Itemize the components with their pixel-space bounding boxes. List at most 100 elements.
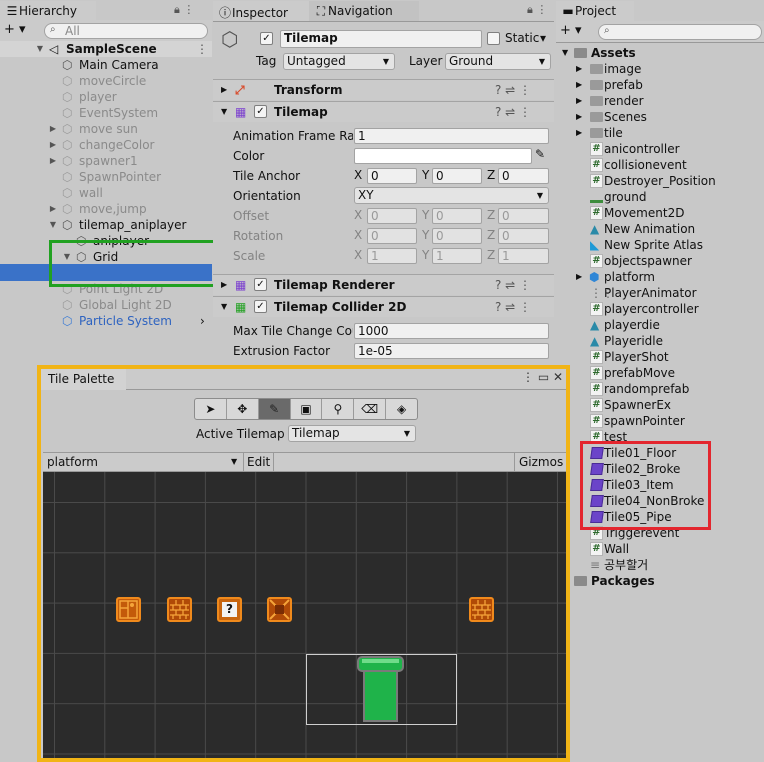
hierarchy-item[interactable]: ⬡ player [0, 89, 212, 105]
animation-frame-rate-field[interactable]: 1 [354, 128, 549, 144]
tile-anchor-z[interactable]: 0 [498, 168, 549, 184]
expand-arrow-icon[interactable]: ▼ [221, 102, 227, 122]
tilemap-renderer-header[interactable]: ▶ ▦ ✓ Tilemap Renderer ? ⇌ ⋮ [213, 274, 554, 295]
tile-nonbroke[interactable] [267, 597, 292, 622]
project-item[interactable]: ▶ render [556, 93, 764, 109]
expand-arrow-icon[interactable]: ▶ [48, 153, 58, 169]
erase-tool-button[interactable]: ⌫ [354, 399, 387, 419]
static-checkbox[interactable] [487, 32, 500, 45]
hierarchy-item[interactable]: ⬡ Particle System › [0, 313, 212, 329]
object-name-field[interactable]: Tilemap [280, 30, 482, 48]
expand-arrow-icon[interactable]: ▼ [35, 41, 45, 57]
assets-folder-row[interactable]: ▼ Assets [556, 45, 764, 61]
project-item[interactable]: ▶ Scenes [556, 109, 764, 125]
project-item[interactable]: # SpawnerEx [556, 397, 764, 413]
tilemap-collider-header[interactable]: ▼ ▦ ✓ Tilemap Collider 2D ? ⇌ ⋮ [213, 296, 554, 317]
hierarchy-item[interactable]: ⬡ SpawnPointer [0, 169, 212, 185]
component-menu-icons[interactable]: ? ⇌ ⋮ [495, 297, 531, 317]
hierarchy-tab[interactable]: ☰ Hierarchy [0, 1, 96, 21]
project-item[interactable]: ▶ ⬢ platform [556, 269, 764, 285]
active-tilemap-dropdown[interactable]: Tilemap [288, 425, 416, 442]
edit-button[interactable]: Edit [247, 455, 270, 469]
extrusion-factor-field[interactable]: 1e-05 [354, 343, 549, 359]
chevron-right-icon[interactable]: › [200, 313, 205, 329]
project-item[interactable]: # Wall [556, 541, 764, 557]
project-search-input[interactable] [598, 24, 762, 40]
color-field[interactable] [354, 148, 532, 164]
project-item[interactable]: # PlayerShot [556, 349, 764, 365]
pick-tool-button[interactable]: ⚲ [322, 399, 355, 419]
collapse-arrow-icon[interactable]: ▶ [576, 109, 582, 125]
active-checkbox[interactable]: ✓ [260, 32, 273, 45]
scene-row[interactable]: ▼ ◁ SampleScene ⋮ [0, 41, 212, 57]
tile-item[interactable]: ? [217, 597, 242, 622]
tile-broke[interactable] [167, 597, 192, 622]
project-tab[interactable]: ▬Project [556, 1, 634, 21]
project-item[interactable]: ▶ prefab [556, 77, 764, 93]
box-fill-tool-button[interactable]: ▣ [291, 399, 323, 419]
expand-arrow-icon[interactable]: ▼ [48, 217, 58, 233]
project-item[interactable]: ◣ New Sprite Atlas [556, 237, 764, 253]
orientation-dropdown[interactable]: XY [354, 187, 549, 204]
hierarchy-item[interactable]: ▶ ⬡ changeColor [0, 137, 212, 153]
project-item[interactable]: # playercontroller [556, 301, 764, 317]
project-item[interactable]: # spawnPointer [556, 413, 764, 429]
tile-pipe[interactable] [357, 656, 404, 724]
project-item[interactable]: # prefabMove [556, 365, 764, 381]
static-dropdown-icon[interactable]: ▾ [540, 31, 546, 45]
tile-anchor-y[interactable]: 0 [432, 168, 482, 184]
project-item[interactable]: ▶ image [556, 61, 764, 77]
project-item[interactable]: ▲ playerdie [556, 317, 764, 333]
inspector-tab[interactable]: ⓘInspector [213, 1, 309, 21]
project-item[interactable]: # Destroyer_Position [556, 173, 764, 189]
tilemap-component-header[interactable]: ▼ ▦ ✓ Tilemap ? ⇌ ⋮ [213, 101, 554, 122]
max-tile-change-field[interactable]: 1000 [354, 323, 549, 339]
collapse-arrow-icon[interactable]: ▶ [576, 93, 582, 109]
hierarchy-item[interactable]: ⬡ Main Camera [0, 57, 212, 73]
tile-anchor-x[interactable]: 0 [367, 168, 417, 184]
move-tool-button[interactable]: ✥ [227, 399, 259, 419]
hierarchy-item[interactable]: ⬡ EventSystem [0, 105, 212, 121]
tilemap-enabled-checkbox[interactable]: ✓ [254, 105, 267, 118]
expand-arrow-icon[interactable]: ▶ [48, 121, 58, 137]
fill-tool-button[interactable]: ◈ [386, 399, 417, 419]
component-menu-icons[interactable]: ? ⇌ ⋮ [495, 275, 531, 295]
hierarchy-item[interactable]: ⬡ moveCircle [0, 73, 212, 89]
collapse-arrow-icon[interactable]: ▶ [576, 61, 582, 77]
collapse-arrow-icon[interactable]: ▶ [221, 275, 227, 295]
project-item[interactable]: ▶ tile [556, 125, 764, 141]
collapse-arrow-icon[interactable]: ▶ [576, 269, 582, 285]
project-item[interactable]: # anicontroller [556, 141, 764, 157]
palette-dropdown[interactable]: platform [47, 455, 98, 469]
hierarchy-item[interactable]: ⬡ wall [0, 185, 212, 201]
tilemap-collider-checkbox[interactable]: ✓ [254, 300, 267, 313]
eyedropper-icon[interactable]: ✎ [535, 147, 545, 161]
add-button[interactable]: + ▾ [560, 23, 582, 38]
hierarchy-item[interactable]: ▶ ⬡ move,jump [0, 201, 212, 217]
inspector-lock-icon[interactable]: 🔒︎ ⋮ [527, 3, 547, 17]
collapse-arrow-icon[interactable]: ▶ [576, 125, 582, 141]
packages-folder-row[interactable]: ▶ Packages [556, 573, 764, 589]
project-item[interactable]: # objectspawner [556, 253, 764, 269]
tilemap-renderer-checkbox[interactable]: ✓ [254, 278, 267, 291]
project-item[interactable]: ▲ New Animation [556, 221, 764, 237]
component-menu-icons[interactable]: ? ⇌ ⋮ [495, 80, 531, 100]
lock-icon[interactable]: 🔒︎ ⋮ [174, 3, 194, 17]
layer-dropdown[interactable]: Ground [445, 53, 551, 70]
project-item[interactable]: ≡ 공부할거 [556, 557, 764, 573]
tag-dropdown[interactable]: Untagged [283, 53, 395, 70]
project-item[interactable]: # Movement2D [556, 205, 764, 221]
component-menu-icons[interactable]: ? ⇌ ⋮ [495, 102, 531, 122]
hierarchy-item[interactable]: ⬡ Global Light 2D [0, 297, 212, 313]
hierarchy-item[interactable]: ▶ ⬡ spawner1 [0, 153, 212, 169]
expand-arrow-icon[interactable]: ▶ [48, 201, 58, 217]
project-item[interactable]: # randomprefab [556, 381, 764, 397]
tile-floor[interactable] [116, 597, 141, 622]
hierarchy-item[interactable]: ▼ ⬡ tilemap_aniplayer [0, 217, 212, 233]
hierarchy-item[interactable]: ▶ ⬡ move sun [0, 121, 212, 137]
project-item[interactable]: ground [556, 189, 764, 205]
collapse-arrow-icon[interactable]: ▶ [576, 77, 582, 93]
project-item[interactable]: # collisionevent [556, 157, 764, 173]
chevron-down-icon[interactable]: ▼ [231, 453, 237, 471]
scene-menu-icon[interactable]: ⋮ [196, 41, 208, 57]
